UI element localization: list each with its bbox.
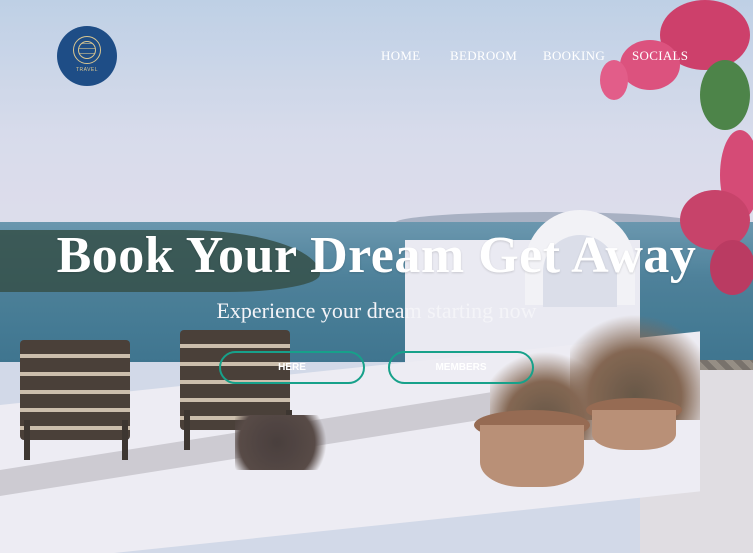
nav-link-socials[interactable]: SOCIALS <box>632 48 688 64</box>
main-nav: HOME BEDROOM BOOKING SOCIALS <box>0 48 753 66</box>
logo-text: TRAVEL <box>75 66 99 73</box>
hero-title: Book Your Dream Get Away <box>56 227 697 284</box>
members-button[interactable]: MEMBERS <box>388 351 534 384</box>
nav-link-home[interactable]: HOME <box>381 48 420 64</box>
nav-link-bedroom[interactable]: BEDROOM <box>450 48 517 64</box>
nav-link-booking[interactable]: BOOKING <box>543 48 605 64</box>
here-button[interactable]: HERE <box>219 351 365 384</box>
hero-subtitle: Experience your dream starting now <box>216 298 537 323</box>
